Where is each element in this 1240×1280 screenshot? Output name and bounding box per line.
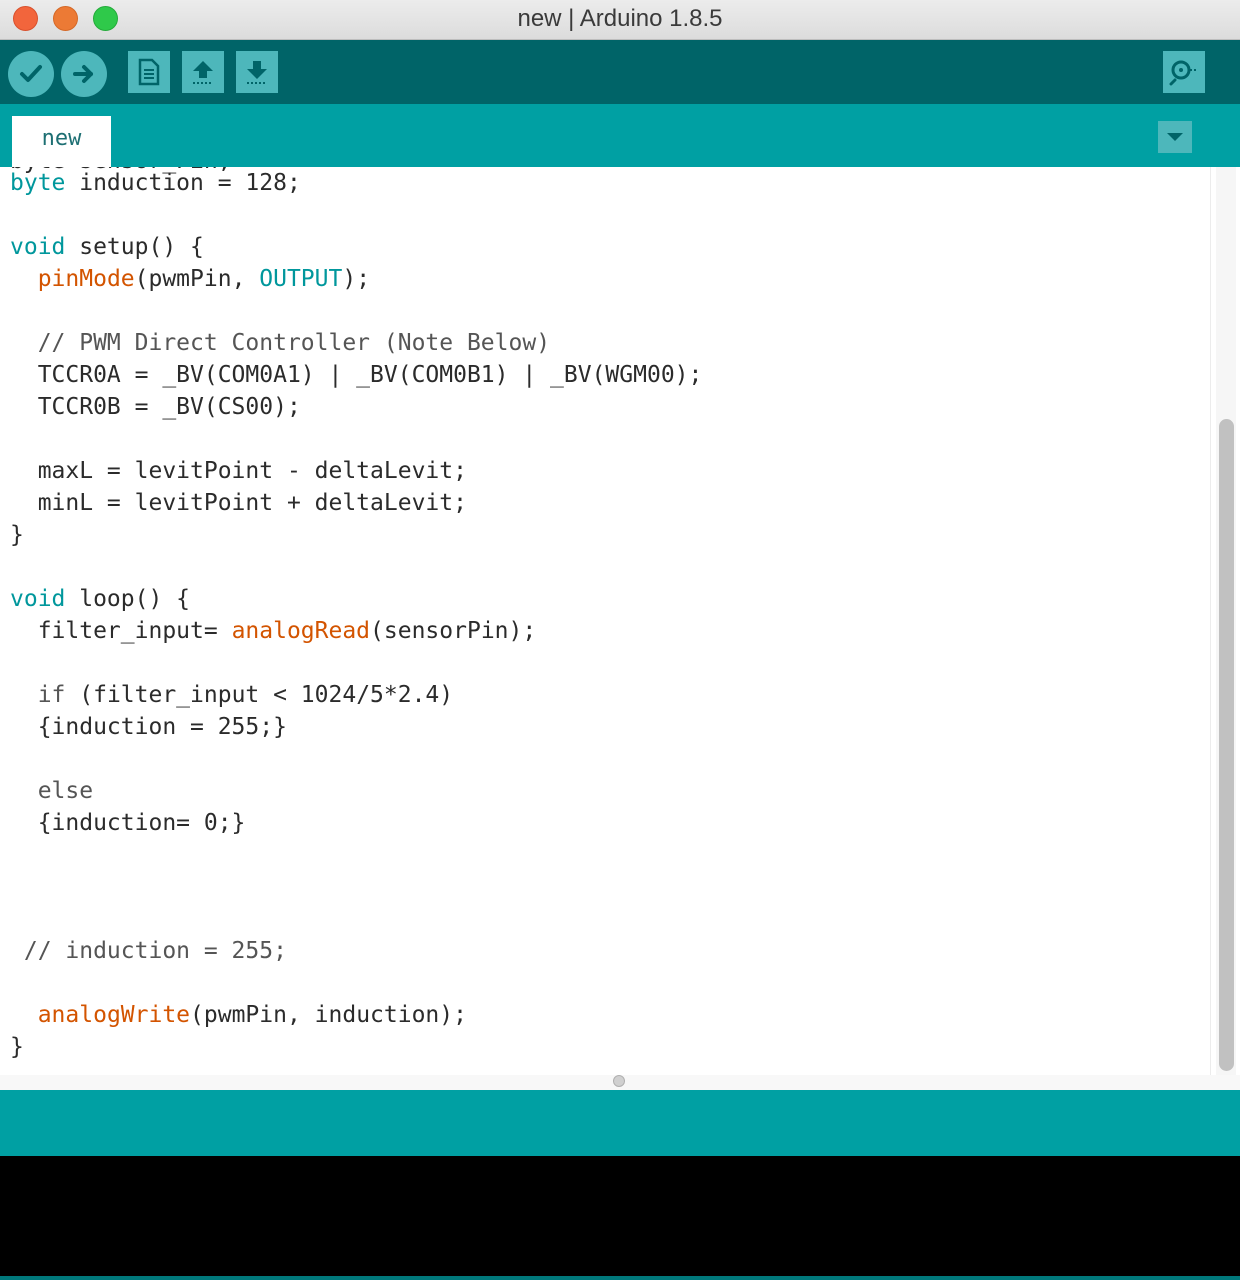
code-token: filter_input= — [10, 618, 232, 644]
code-line[interactable]: analogWrite(pwmPin, induction); — [10, 999, 702, 1031]
code-line[interactable] — [10, 551, 702, 583]
code-line[interactable]: filter_input= analogRead(sensorPin); — [10, 615, 702, 647]
code-token: } — [10, 522, 24, 548]
code-token: // induction = 255; — [10, 938, 287, 964]
code-line[interactable] — [10, 967, 702, 999]
code-line[interactable]: TCCR0B = _BV(CS00); — [10, 391, 702, 423]
code-line[interactable] — [10, 839, 702, 871]
code-line[interactable]: byte induction = 128; — [10, 167, 702, 199]
code-token: (sensorPin); — [370, 618, 537, 644]
upload-button[interactable] — [61, 51, 107, 97]
code-line[interactable] — [10, 647, 702, 679]
code-token: void — [10, 234, 66, 260]
code-editor[interactable]: byte sensor_Pin; byte induction = 128; v… — [0, 167, 1240, 1075]
code-token: analogRead — [231, 618, 371, 644]
vertical-scrollbar-thumb[interactable] — [1219, 419, 1234, 1071]
document-icon — [138, 58, 160, 86]
code-line[interactable]: {induction= 0;} — [10, 807, 702, 839]
code-token: (filter_input < 1024/5*2.4) — [65, 682, 454, 708]
code-line[interactable]: // induction = 255; — [10, 935, 702, 967]
magnifier-icon — [1169, 60, 1196, 86]
code-line[interactable]: void setup() { — [10, 231, 702, 263]
editor-edge — [1210, 167, 1211, 1075]
code-token: ); — [342, 266, 371, 292]
arrow-up-icon — [193, 61, 213, 84]
code-token: analogWrite — [37, 1002, 191, 1028]
bottom-strip — [0, 1276, 1240, 1280]
code-token: } — [10, 1034, 24, 1060]
code-line[interactable]: if (filter_input < 1024/5*2.4) — [10, 679, 702, 711]
tab-menu-button[interactable] — [1158, 121, 1192, 153]
serial-monitor-button[interactable] — [1163, 51, 1205, 93]
triangle-down-icon — [1167, 133, 1183, 141]
code-line[interactable]: } — [10, 1031, 702, 1063]
code-token: TCCR0A = _BV(COM0A1) | _BV(COM0B1) | _BV… — [10, 362, 703, 388]
code-line[interactable]: void loop() { — [10, 583, 702, 615]
code-line[interactable] — [10, 903, 702, 935]
code-token: (pwmPin, induction); — [190, 1002, 467, 1028]
tab-bar: new — [0, 104, 1240, 167]
code-token: loop() { — [65, 586, 191, 612]
code-line[interactable]: else — [10, 775, 702, 807]
code-token: // PWM Direct Controller (Note Below) — [10, 330, 551, 356]
code-token: {induction = 255;} — [10, 714, 287, 740]
new-sketch-button[interactable] — [128, 51, 170, 93]
code-line[interactable]: minL = levitPoint + deltaLevit; — [10, 487, 702, 519]
code-line[interactable]: // PWM Direct Controller (Note Below) — [10, 327, 702, 359]
code-token: byte — [10, 170, 66, 196]
code-line[interactable] — [10, 743, 702, 775]
code-token: minL = levitPoint + deltaLevit; — [10, 490, 467, 516]
check-icon — [20, 65, 42, 82]
code-token: {induction= 0;} — [10, 810, 246, 836]
code-line[interactable] — [10, 871, 702, 903]
code-token: setup() { — [65, 234, 204, 260]
status-bar — [0, 1090, 1240, 1156]
code-token: pinMode — [37, 266, 135, 292]
code-token: TCCR0B = _BV(CS00); — [10, 394, 301, 420]
verify-button[interactable] — [8, 51, 54, 97]
code-line[interactable] — [10, 295, 702, 327]
open-sketch-button[interactable] — [182, 51, 224, 93]
arrow-down-icon — [247, 61, 267, 84]
code-line[interactable]: TCCR0A = _BV(COM0A1) | _BV(COM0B1) | _BV… — [10, 359, 703, 391]
tab-new[interactable]: new — [12, 116, 111, 167]
code-line[interactable]: } — [10, 519, 702, 551]
code-token: (pwmPin, — [134, 266, 260, 292]
code-line[interactable]: maxL = levitPoint - deltaLevit; — [10, 455, 702, 487]
title-bar: new | Arduino 1.8.5 — [0, 0, 1240, 40]
toolbar — [0, 40, 1240, 104]
code-line[interactable]: {induction = 255;} — [10, 711, 702, 743]
splitter-handle[interactable] — [613, 1075, 625, 1087]
code-token: induction = 128; — [65, 170, 301, 196]
arrow-right-icon — [73, 65, 93, 83]
code-line[interactable] — [10, 423, 702, 455]
save-sketch-button[interactable] — [236, 51, 278, 93]
code-line[interactable]: pinMode(pwmPin, OUTPUT); — [10, 263, 702, 295]
window-title: new | Arduino 1.8.5 — [517, 5, 723, 32]
code-token: else — [37, 778, 94, 804]
code-token: if — [37, 682, 66, 708]
code-line[interactable] — [10, 199, 702, 231]
code-token: OUTPUT — [259, 266, 343, 292]
code-text[interactable]: byte induction = 128; void setup() { pin… — [10, 167, 702, 1063]
console-output[interactable] — [0, 1156, 1240, 1276]
code-token: void — [10, 586, 66, 612]
code-token: maxL = levitPoint - deltaLevit; — [10, 458, 467, 484]
